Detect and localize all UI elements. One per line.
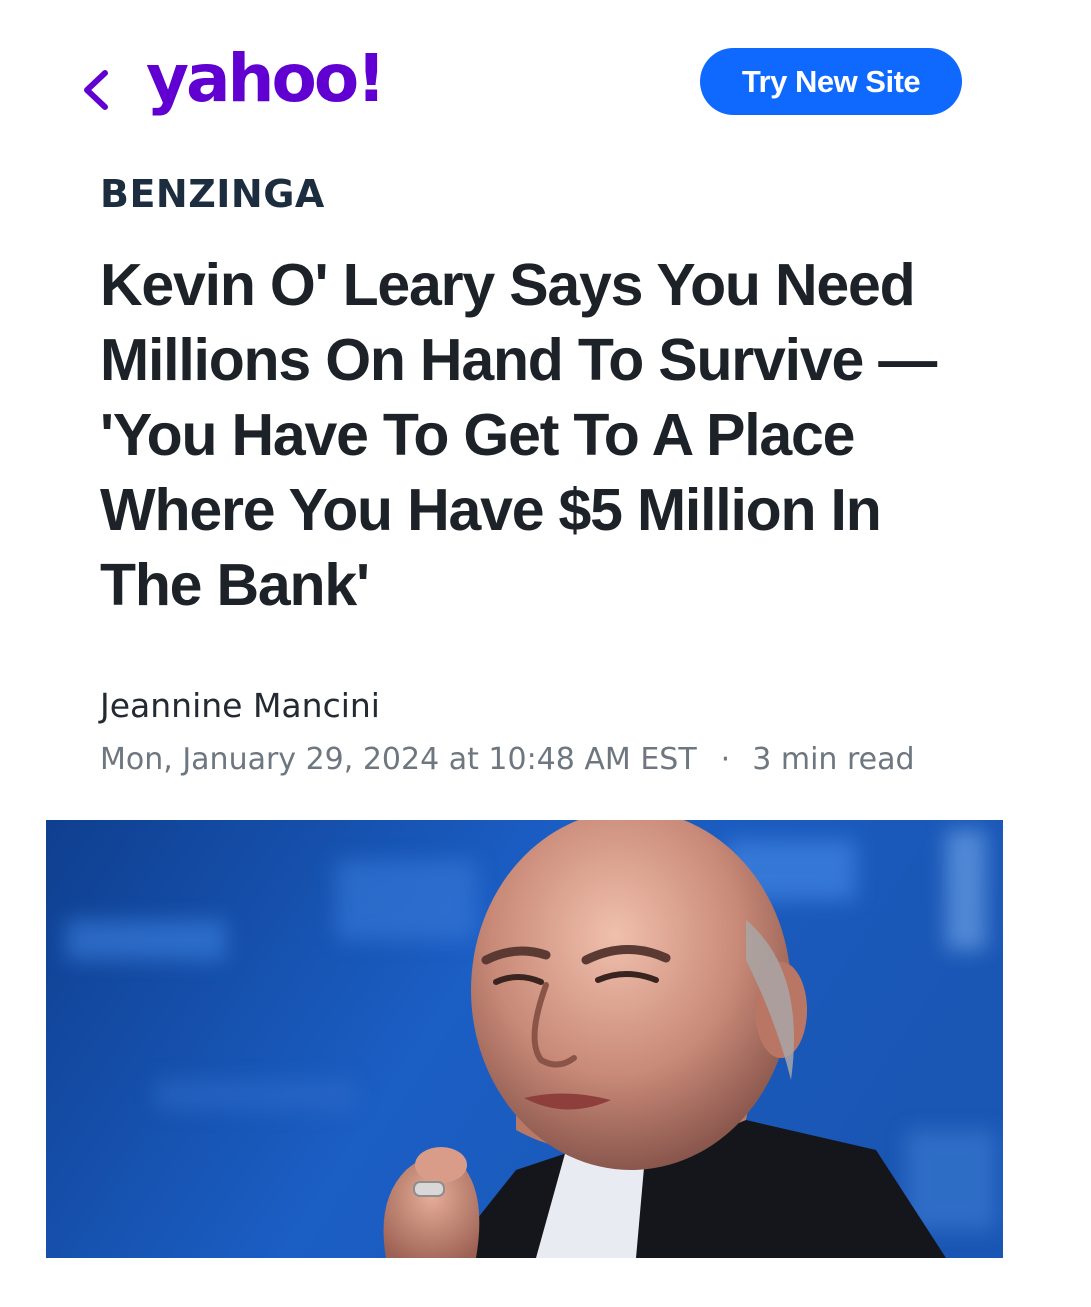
author-name[interactable]: Jeannine Mancini [100, 686, 380, 725]
provider-name[interactable]: BENZINGA [100, 172, 325, 216]
hero-photo-illustration [46, 820, 1003, 1258]
try-new-site-button[interactable]: Try New Site [700, 48, 962, 115]
article-headline: Kevin O' Leary Says You Need Millions On… [100, 252, 937, 618]
chevron-left-icon [84, 70, 108, 110]
article-meta: Mon, January 29, 2024 at 10:48 AM EST · … [100, 742, 915, 777]
publish-timestamp: Mon, January 29, 2024 at 10:48 AM EST [100, 742, 697, 777]
yahoo-logo[interactable]: yahoo! [146, 46, 386, 112]
app-header: yahoo! Try New Site [0, 0, 1091, 160]
back-button[interactable] [76, 62, 116, 118]
article-hero-image [46, 820, 1003, 1258]
meta-separator: · [720, 742, 731, 777]
read-time: 3 min read [752, 742, 915, 777]
